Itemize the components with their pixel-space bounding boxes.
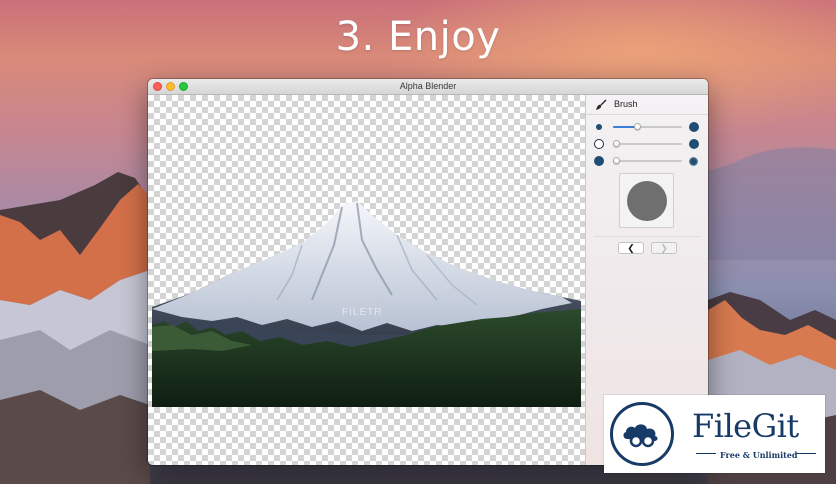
headline: 3. Enjoy	[335, 14, 501, 60]
panel-divider	[594, 236, 701, 237]
brush-size-slider-row	[586, 120, 708, 134]
brush-size-slider[interactable]	[613, 123, 682, 130]
cloud-logo-icon	[623, 424, 658, 448]
brush-icon	[596, 99, 607, 110]
brush-preview	[619, 173, 674, 228]
panel-title: Brush	[614, 99, 638, 109]
brush-opacity-slider-row	[586, 137, 708, 151]
title-bar[interactable]: Alpha Blender	[148, 79, 708, 95]
large-dot-icon	[689, 122, 699, 132]
next-button[interactable]: ❯	[651, 242, 677, 254]
brush-size-knob[interactable]	[634, 123, 642, 130]
filled-circle-icon	[689, 139, 699, 149]
small-dot-icon	[596, 124, 602, 130]
mountain-photo	[152, 201, 581, 407]
panel-header: Brush	[586, 95, 708, 115]
badge-rule-left	[696, 453, 716, 454]
brush-preview-circle	[627, 181, 667, 221]
filegit-logo	[610, 402, 674, 466]
brush-hardness-slider-row	[586, 154, 708, 168]
badge-rule-right	[796, 453, 816, 454]
brush-opacity-slider[interactable]	[613, 140, 682, 147]
badge-name: FileGit	[692, 407, 799, 445]
filegit-badge: FileGit Free & Unlimited	[604, 395, 825, 473]
watermark-text: FILETR	[342, 307, 383, 318]
brush-hardness-slider[interactable]	[613, 157, 682, 164]
window-title: Alpha Blender	[399, 81, 457, 91]
brush-opacity-knob[interactable]	[613, 140, 621, 147]
badge-tagline: Free & Unlimited	[720, 450, 798, 460]
brush-hardness-knob[interactable]	[613, 157, 621, 164]
hollow-circle-icon	[594, 139, 604, 149]
previous-button[interactable]: ❮	[618, 242, 644, 254]
soft-circle-icon	[689, 157, 698, 166]
image-canvas[interactable]: FILETR	[148, 95, 585, 465]
hard-circle-icon	[594, 156, 604, 166]
